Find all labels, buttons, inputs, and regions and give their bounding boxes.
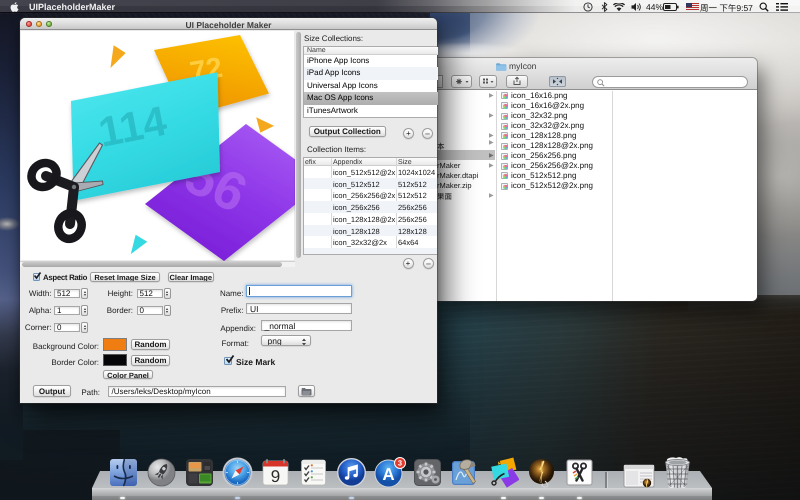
svg-text:A: A bbox=[382, 465, 394, 484]
svg-text:3: 3 bbox=[398, 459, 402, 468]
svg-text:9: 9 bbox=[271, 467, 280, 486]
